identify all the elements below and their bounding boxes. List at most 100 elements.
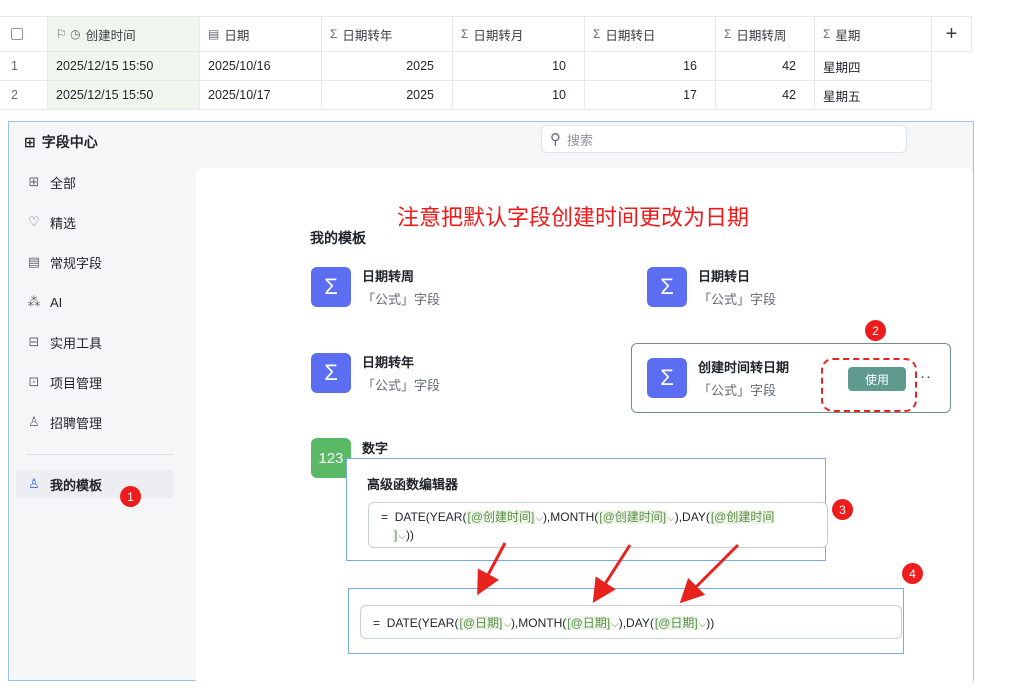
formula-text: )) <box>405 528 414 542</box>
cell-date[interactable]: 2025/10/17 <box>200 81 322 110</box>
template-card-created-time-to-date[interactable]: Σ 创建时间转日期 「公式」字段 使用 ··· <box>631 343 951 413</box>
template-card-date-to-week[interactable]: Σ 日期转周 「公式」字段 <box>296 252 616 322</box>
created-time-icon: ⚐ ◷ <box>56 27 81 41</box>
cell-weekday[interactable]: 星期四 <box>815 52 932 81</box>
list-icon: ▤ <box>27 254 41 269</box>
column-header-weekday[interactable]: Σ 星期 <box>815 16 932 52</box>
panel-title: ⊞ 字段中心 <box>24 132 98 152</box>
nav-item-ai[interactable]: ⁂ AI <box>16 288 174 316</box>
nav-item-my-templates[interactable]: ♙ 我的模板 <box>16 470 174 498</box>
select-all-cell[interactable] <box>0 16 48 52</box>
column-header-label: 日期转日 <box>605 28 656 43</box>
cell-created-time[interactable]: 2025/12/15 15:50 <box>48 52 200 81</box>
nav-item-basic-fields[interactable]: ▤ 常规字段 <box>16 248 174 276</box>
formula-input-modified[interactable]: = DATE(YEAR([@日期]⌵),MONTH([@日期]⌵),DAY([@… <box>360 605 902 639</box>
cell-date[interactable]: 2025/10/16 <box>200 52 322 81</box>
nav-item-label: 精选 <box>50 215 77 231</box>
cell-week[interactable]: 42 <box>716 52 815 81</box>
card-name: 日期转周 <box>362 269 415 284</box>
step-badge-3: 3 <box>832 499 853 520</box>
column-header-year[interactable]: Σ 日期转年 <box>322 16 453 52</box>
number-icon: 123 <box>311 438 351 478</box>
field-tag-date[interactable]: [@日期] <box>653 616 699 630</box>
chevron-down-icon[interactable]: ⌵ <box>503 619 511 630</box>
search-input[interactable]: ⚲ 搜索 <box>541 125 907 153</box>
nav-item-project-management[interactable]: ⊡ 项目管理 <box>16 368 174 396</box>
cell-year[interactable]: 2025 <box>322 52 453 81</box>
column-header-month[interactable]: Σ 日期转月 <box>453 16 585 52</box>
cell-year[interactable]: 2025 <box>322 81 453 110</box>
card-name: 数字 <box>362 440 389 456</box>
formula-icon: Σ <box>330 27 338 41</box>
table-header-row: ⚐ ◷ 创建时间 ▤ 日期 Σ 日期转年 Σ 日期转月 Σ 日期转日 Σ 日期转周 Σ 星期 … <box>0 16 972 52</box>
search-icon: ⚲ <box>550 131 561 148</box>
cell-week[interactable]: 42 <box>716 81 815 110</box>
formula-text: ),DAY( <box>674 510 710 524</box>
nav-item-all[interactable]: ⊞ 全部 <box>16 168 174 196</box>
field-tag-created-time[interactable]: [@创建时间 <box>709 510 776 524</box>
formula-equals: = <box>373 616 381 630</box>
formula-text: DATE(YEAR( <box>386 616 459 630</box>
cell-created-time[interactable]: 2025/12/15 15:50 <box>48 81 200 110</box>
field-tag-date[interactable]: [@日期] <box>458 616 504 630</box>
search-placeholder: 搜索 <box>567 132 594 148</box>
formula-text: ),MONTH( <box>542 510 599 524</box>
formula-equals: = <box>381 510 389 524</box>
ai-icon: ⁂ <box>27 294 41 309</box>
nav-item-featured[interactable]: ♡ 精选 <box>16 208 174 236</box>
more-options-icon[interactable]: ··· <box>914 368 932 385</box>
formula-icon: Σ <box>823 27 831 41</box>
cell-month[interactable]: 10 <box>453 52 585 81</box>
step-badge-4: 4 <box>902 563 923 584</box>
step-badge-2: 2 <box>865 320 886 341</box>
sigma-icon: Σ <box>647 267 687 307</box>
chevron-down-icon[interactable]: ⌵ <box>398 531 406 542</box>
nav-item-label: AI <box>50 294 63 310</box>
nav-item-recruiting[interactable]: ♙ 招聘管理 <box>16 408 174 436</box>
cell-day[interactable]: 17 <box>585 81 716 110</box>
card-name: 日期转年 <box>362 355 415 370</box>
table-row[interactable]: 2 2025/12/15 15:50 2025/10/17 2025 10 17… <box>0 81 932 110</box>
sigma-icon: Σ <box>311 353 351 393</box>
row-index: 1 <box>0 52 48 81</box>
column-header-label: 星期 <box>835 28 861 43</box>
use-template-button[interactable]: 使用 <box>848 367 906 391</box>
nav-item-tools[interactable]: ⊟ 实用工具 <box>16 328 174 356</box>
card-subtitle: 「公式」字段 <box>362 378 441 393</box>
column-header-week[interactable]: Σ 日期转周 <box>716 16 815 52</box>
column-header-label: 日期转年 <box>342 28 393 43</box>
column-header-created-time[interactable]: ⚐ ◷ 创建时间 <box>48 16 200 52</box>
field-center-icon: ⊞ <box>24 133 36 150</box>
chevron-down-icon[interactable]: ⌵ <box>535 513 543 524</box>
grid-icon: ⊞ <box>28 174 40 189</box>
card-name: 创建时间转日期 <box>698 360 790 375</box>
chevron-down-icon[interactable]: ⌵ <box>667 513 675 524</box>
chevron-down-icon[interactable]: ⌵ <box>611 619 619 630</box>
select-all-checkbox[interactable] <box>11 28 23 40</box>
cell-weekday[interactable]: 星期五 <box>815 81 932 110</box>
formula-input-original[interactable]: = DATE(YEAR([@创建时间]⌵),MONTH([@创建时间]⌵),DA… <box>368 502 828 548</box>
template-card-date-to-year[interactable]: Σ 日期转年「公式」字段 <box>296 338 616 408</box>
column-header-label: 日期转月 <box>473 28 524 43</box>
people-icon: ♙ <box>28 414 40 429</box>
column-header-label: 日期转周 <box>736 28 787 43</box>
cell-day[interactable]: 16 <box>585 52 716 81</box>
formula-icon: Σ <box>724 27 732 41</box>
toolbox-icon: ⊟ <box>28 334 40 349</box>
column-header-date[interactable]: ▤ 日期 <box>200 16 322 52</box>
nav-divider <box>26 454 174 455</box>
formula-editor-modified: = DATE(YEAR([@日期]⌵),MONTH([@日期]⌵),DAY([@… <box>348 588 904 654</box>
nav-item-label: 我的模板 <box>50 477 103 493</box>
add-column-button[interactable]: + <box>932 16 972 52</box>
formula-icon: Σ <box>461 27 469 41</box>
template-card-date-to-day[interactable]: Σ 日期转日 「公式」字段 <box>632 252 952 322</box>
column-header-day[interactable]: Σ 日期转日 <box>585 16 716 52</box>
annotation-notice: 注意把默认字段创建时间更改为日期 <box>397 205 750 230</box>
nav-item-label: 常规字段 <box>50 255 103 271</box>
field-tag-created-time[interactable]: [@创建时间] <box>466 510 536 524</box>
table-row[interactable]: 1 2025/12/15 15:50 2025/10/16 2025 10 16… <box>0 52 932 81</box>
cell-month[interactable]: 10 <box>453 81 585 110</box>
row-index: 2 <box>0 81 48 110</box>
field-tag-created-time[interactable]: [@创建时间] <box>598 510 668 524</box>
field-tag-date[interactable]: [@日期] <box>566 616 612 630</box>
